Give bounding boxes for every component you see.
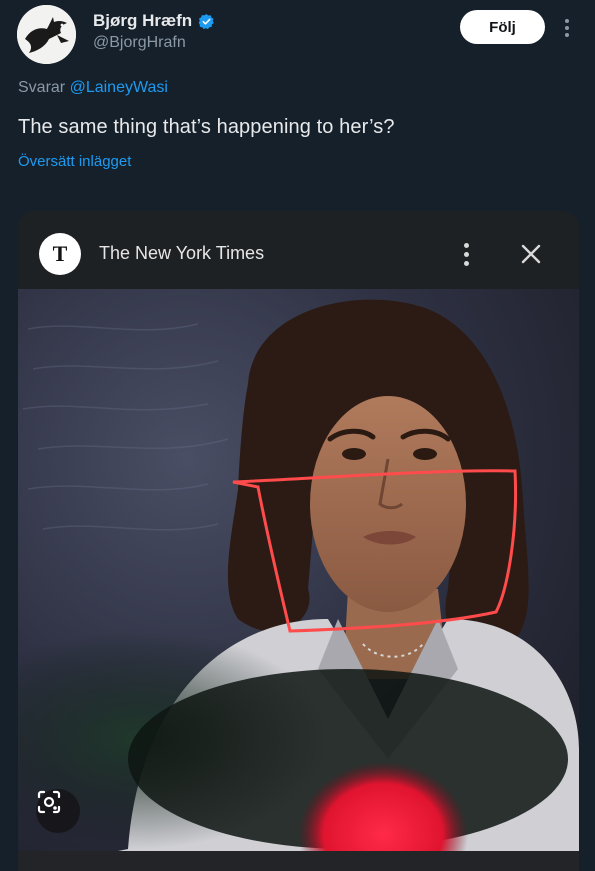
reply-context: Svarar @LaineyWasi: [18, 79, 168, 97]
reply-mention-link[interactable]: @LaineyWasi: [70, 79, 168, 96]
card-more-icon[interactable]: [458, 241, 474, 267]
translate-post-link[interactable]: Översätt inlägget: [18, 153, 131, 170]
card-source-title[interactable]: The New York Times: [99, 243, 264, 264]
embedded-article-card[interactable]: T The New York Times: [18, 211, 579, 871]
author-display-name[interactable]: Bjørg Hræfn: [93, 11, 192, 31]
verified-badge-icon: [198, 13, 214, 29]
more-vertical-icon[interactable]: [557, 14, 577, 42]
close-icon[interactable]: [518, 241, 544, 267]
image-search-icon[interactable]: [36, 789, 80, 833]
card-footer: [18, 851, 579, 871]
avatar[interactable]: [17, 5, 76, 64]
article-photo[interactable]: [18, 289, 579, 851]
card-header: T The New York Times: [18, 211, 579, 289]
follow-button[interactable]: Följ: [460, 10, 545, 44]
author-handle[interactable]: @BjorgHrafn: [93, 34, 215, 52]
tweet-text: The same thing that’s happening to her’s…: [18, 116, 395, 138]
nyt-logo-icon: T: [39, 233, 81, 275]
author-info[interactable]: Bjørg Hræfn @BjorgHrafn: [93, 11, 215, 52]
reply-prefix: Svarar: [18, 79, 66, 96]
svg-text:T: T: [53, 241, 68, 266]
portrait-image: [18, 299, 579, 851]
raven-icon: [17, 5, 76, 64]
